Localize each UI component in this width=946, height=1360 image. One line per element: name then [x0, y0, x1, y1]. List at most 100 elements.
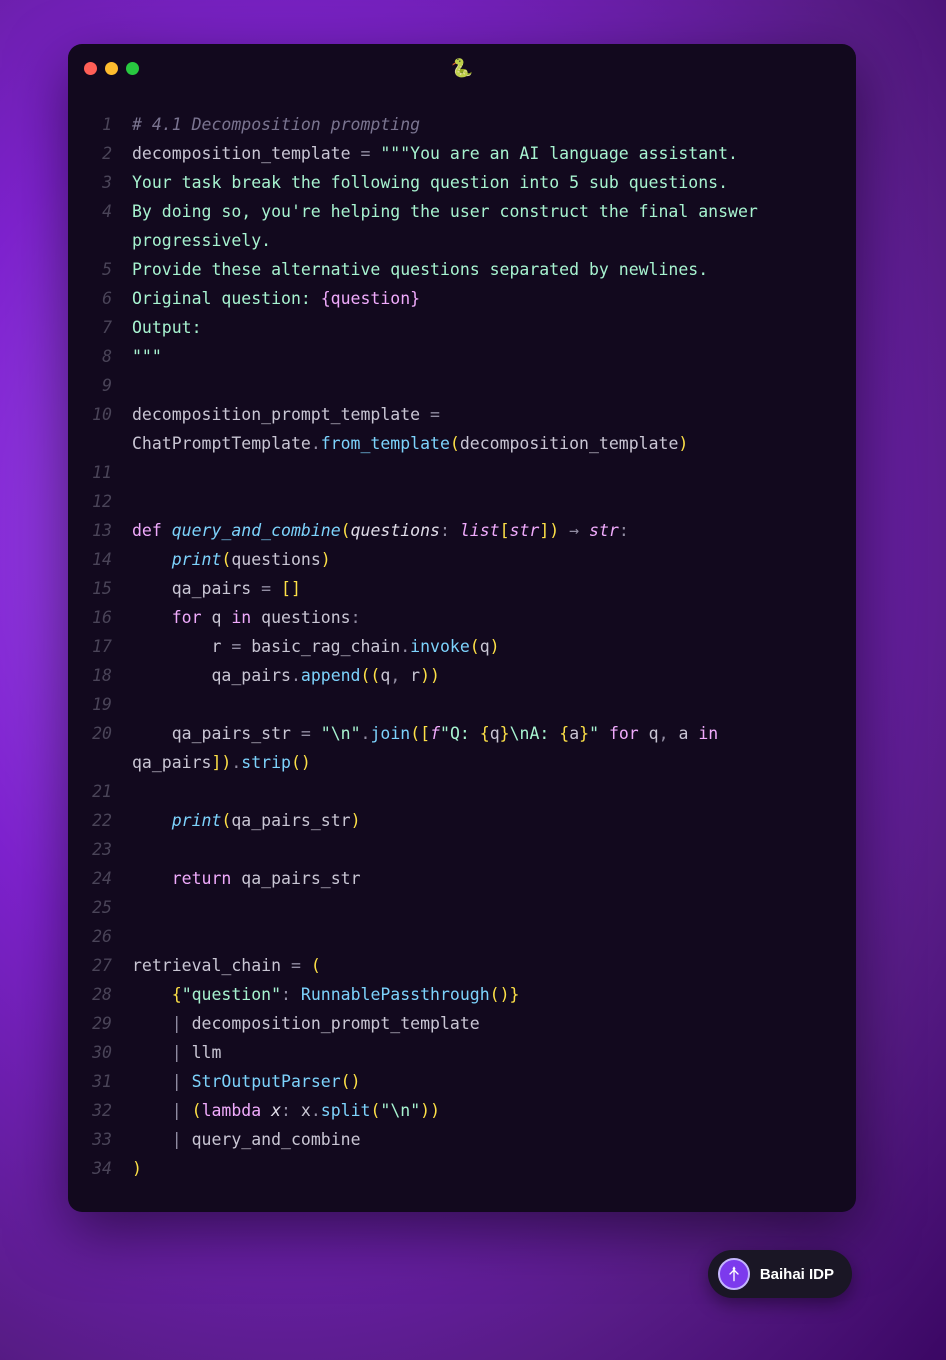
line-content: {"question": RunnablePassthrough()} — [126, 980, 856, 1009]
line-content — [126, 777, 856, 806]
code-line: 28 {"question": RunnablePassthrough()} — [68, 980, 856, 1009]
line-content: for q in questions: — [126, 603, 856, 632]
line-content: progressively. — [126, 226, 856, 255]
line-number: 1 — [68, 110, 126, 139]
line-content: r = basic_rag_chain.invoke(q) — [126, 632, 856, 661]
code-line: 13def query_and_combine(questions: list[… — [68, 516, 856, 545]
line-number: 2 — [68, 139, 126, 168]
line-content — [126, 835, 856, 864]
code-line: 20 qa_pairs_str = "\n".join([f"Q: {q}\nA… — [68, 719, 856, 748]
line-content: Your task break the following question i… — [126, 168, 856, 197]
line-content: | query_and_combine — [126, 1125, 856, 1154]
code-line: 5Provide these alternative questions sep… — [68, 255, 856, 284]
line-content: return qa_pairs_str — [126, 864, 856, 893]
line-content — [126, 922, 856, 951]
baihai-logo-icon — [718, 1258, 750, 1290]
code-line: 10decomposition_prompt_template = — [68, 400, 856, 429]
python-icon: 🐍 — [451, 58, 473, 79]
code-line: 22 print(qa_pairs_str) — [68, 806, 856, 835]
line-number: 8 — [68, 342, 126, 371]
code-line: 30 | llm — [68, 1038, 856, 1067]
line-content: | decomposition_prompt_template — [126, 1009, 856, 1038]
line-number: 20 — [68, 719, 126, 748]
line-content: | llm — [126, 1038, 856, 1067]
line-number: 17 — [68, 632, 126, 661]
line-content — [126, 458, 856, 487]
line-content: | (lambda x: x.split("\n")) — [126, 1096, 856, 1125]
badge-text: Baihai IDP — [760, 1266, 834, 1283]
line-content: print(qa_pairs_str) — [126, 806, 856, 835]
line-content: """ — [126, 342, 856, 371]
titlebar: 🐍 — [68, 44, 856, 92]
line-content: decomposition_prompt_template = — [126, 400, 856, 429]
line-number: 4 — [68, 197, 126, 226]
line-number — [68, 748, 126, 777]
line-number — [68, 429, 126, 458]
maximize-icon[interactable] — [126, 62, 139, 75]
line-number: 7 — [68, 313, 126, 342]
code-line: 1# 4.1 Decomposition prompting — [68, 110, 856, 139]
line-content: decomposition_template = """You are an A… — [126, 139, 856, 168]
code-line: 31 | StrOutputParser() — [68, 1067, 856, 1096]
line-number: 18 — [68, 661, 126, 690]
line-number: 23 — [68, 835, 126, 864]
code-line: 9 — [68, 371, 856, 400]
line-content — [126, 690, 856, 719]
line-content: retrieval_chain = ( — [126, 951, 856, 980]
code-line: 25 — [68, 893, 856, 922]
code-line: 18 qa_pairs.append((q, r)) — [68, 661, 856, 690]
line-number: 14 — [68, 545, 126, 574]
line-content: print(questions) — [126, 545, 856, 574]
line-number: 3 — [68, 168, 126, 197]
line-number: 32 — [68, 1096, 126, 1125]
code-line: 19 — [68, 690, 856, 719]
line-content — [126, 487, 856, 516]
close-icon[interactable] — [84, 62, 97, 75]
line-number: 30 — [68, 1038, 126, 1067]
line-content: Original question: {question} — [126, 284, 856, 313]
code-line: 24 return qa_pairs_str — [68, 864, 856, 893]
line-number: 34 — [68, 1154, 126, 1183]
line-number: 28 — [68, 980, 126, 1009]
line-number: 10 — [68, 400, 126, 429]
code-window: 🐍 1# 4.1 Decomposition prompting2decompo… — [68, 44, 856, 1212]
line-content: ChatPromptTemplate.from_template(decompo… — [126, 429, 856, 458]
window-controls — [84, 62, 139, 75]
code-line: 16 for q in questions: — [68, 603, 856, 632]
line-number: 25 — [68, 893, 126, 922]
code-line: qa_pairs]).strip() — [68, 748, 856, 777]
line-content: qa_pairs = [] — [126, 574, 856, 603]
line-number: 33 — [68, 1125, 126, 1154]
line-number: 13 — [68, 516, 126, 545]
code-line: 27retrieval_chain = ( — [68, 951, 856, 980]
code-line: 3Your task break the following question … — [68, 168, 856, 197]
line-number: 5 — [68, 255, 126, 284]
line-number: 15 — [68, 574, 126, 603]
line-content: qa_pairs_str = "\n".join([f"Q: {q}\nA: {… — [126, 719, 856, 748]
code-line: 4By doing so, you're helping the user co… — [68, 197, 856, 226]
minimize-icon[interactable] — [105, 62, 118, 75]
line-number: 11 — [68, 458, 126, 487]
code-line: 17 r = basic_rag_chain.invoke(q) — [68, 632, 856, 661]
line-number: 22 — [68, 806, 126, 835]
line-content: ) — [126, 1154, 856, 1183]
line-number: 21 — [68, 777, 126, 806]
line-number: 31 — [68, 1067, 126, 1096]
line-content: By doing so, you're helping the user con… — [126, 197, 856, 226]
line-content: | StrOutputParser() — [126, 1067, 856, 1096]
line-number: 6 — [68, 284, 126, 313]
line-number: 19 — [68, 690, 126, 719]
line-content — [126, 893, 856, 922]
code-line: 6Original question: {question} — [68, 284, 856, 313]
code-line: progressively. — [68, 226, 856, 255]
code-line: 14 print(questions) — [68, 545, 856, 574]
code-line: 15 qa_pairs = [] — [68, 574, 856, 603]
code-line: 11 — [68, 458, 856, 487]
line-content: Provide these alternative questions sepa… — [126, 255, 856, 284]
code-line: 21 — [68, 777, 856, 806]
line-content — [126, 371, 856, 400]
code-line: 26 — [68, 922, 856, 951]
code-line: 33 | query_and_combine — [68, 1125, 856, 1154]
code-line: 23 — [68, 835, 856, 864]
line-content: def query_and_combine(questions: list[st… — [126, 516, 856, 545]
